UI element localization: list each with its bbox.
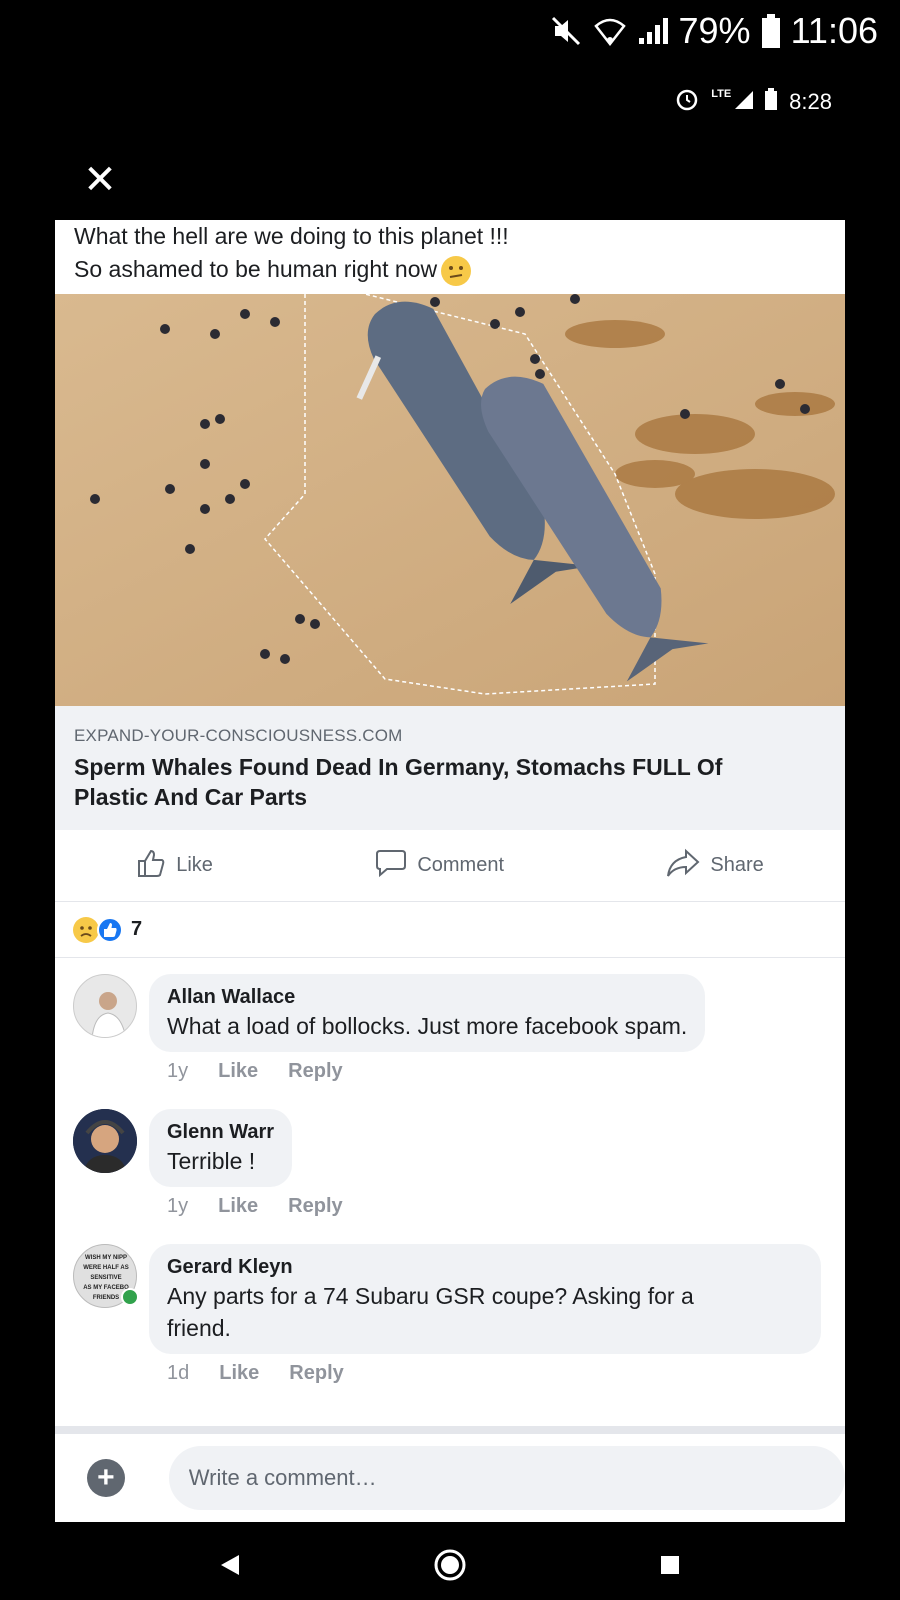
- comment-reply-button[interactable]: Reply: [289, 1362, 343, 1385]
- recents-square-icon: [661, 1556, 679, 1574]
- post-photo[interactable]: [55, 294, 845, 706]
- comment-time: 1d: [167, 1362, 190, 1384]
- link-title: Sperm Whales Found Dead In Germany, Stom…: [74, 752, 826, 812]
- comment-text: Any parts for a 74 Subaru GSR coupe? Ask…: [167, 1280, 803, 1344]
- svg-text:SENSITIVE: SENSITIVE: [90, 1275, 121, 1281]
- home-circle-icon: [434, 1549, 466, 1581]
- comment-button[interactable]: Comment: [375, 848, 504, 884]
- post-actions: Like Comment Share: [55, 830, 845, 902]
- like-label: Like: [176, 854, 213, 876]
- comment-author[interactable]: Glenn Warr: [167, 1119, 274, 1145]
- battery-icon: [761, 14, 781, 48]
- comment-text: Terrible !: [167, 1148, 256, 1174]
- comment-author[interactable]: Allan Wallace: [167, 984, 687, 1010]
- clock: 8:28: [789, 89, 832, 114]
- comment-text: What a load of bollocks. Just more faceb…: [167, 1013, 688, 1039]
- comment-input[interactable]: [168, 1446, 845, 1510]
- plus-icon: +: [97, 1461, 115, 1494]
- navigation-bar: [0, 1530, 900, 1600]
- comment-time: 1y: [167, 1195, 189, 1217]
- comment-meta: 1d Like Reply: [149, 1362, 821, 1385]
- share-icon: [666, 848, 700, 884]
- close-button[interactable]: ✕: [80, 160, 120, 200]
- comment-text-line-1: Any parts for a 74 Subaru GSR coupe? Ask…: [167, 1283, 694, 1309]
- comment-like-button[interactable]: Like: [218, 1060, 258, 1083]
- confused-emoji-icon: [441, 255, 472, 286]
- inner-status-bar: LTE 8:28: [0, 82, 900, 122]
- comment-reply-button[interactable]: Reply: [288, 1195, 342, 1218]
- link-title-line-2: Plastic And Car Parts: [74, 784, 308, 810]
- reaction-summary[interactable]: 7: [55, 902, 845, 958]
- battery-percent: 79%: [678, 10, 751, 51]
- online-status-dot: [121, 1288, 139, 1306]
- comment-item: WISH MY NIPP WERE HALF AS SENSITIVE AS MY F…: [55, 1244, 845, 1385]
- comment-like-button[interactable]: Like: [219, 1362, 259, 1385]
- comment-text-line-2: friend.: [167, 1315, 231, 1341]
- comment-composer: +: [55, 1426, 845, 1522]
- comment-bubble: Gerard Kleyn Any parts for a 74 Subaru G…: [149, 1244, 821, 1354]
- avatar[interactable]: [73, 974, 137, 1038]
- thumbs-up-icon: [136, 848, 166, 884]
- comment-meta: 1y Like Reply: [149, 1195, 343, 1218]
- home-button[interactable]: [420, 1535, 480, 1595]
- signal-icon: [733, 89, 754, 115]
- signal-icon: [637, 16, 669, 46]
- comment-item: Glenn Warr Terrible ! 1y Like Reply: [55, 1109, 845, 1218]
- avatar[interactable]: [73, 1109, 137, 1173]
- whales-on-beach-image: [55, 294, 845, 706]
- comment-bubble: Glenn Warr Terrible !: [149, 1109, 293, 1187]
- back-button[interactable]: [200, 1535, 260, 1595]
- clock: 11:06: [790, 10, 878, 51]
- share-button[interactable]: Share: [666, 848, 764, 884]
- comment-label: Comment: [417, 854, 505, 876]
- reaction-count: 7: [131, 918, 143, 940]
- sad-reaction-icon: [73, 916, 99, 943]
- status-bar: 79% 11:06: [0, 0, 900, 62]
- close-icon: ✕: [83, 158, 117, 202]
- like-reaction-icon: [97, 916, 123, 943]
- comment-reply-button[interactable]: Reply: [288, 1060, 342, 1083]
- recents-button[interactable]: [640, 1535, 700, 1595]
- mute-icon: [549, 14, 583, 48]
- post-text-line-2: So ashamed to be human right now: [74, 256, 438, 282]
- battery-icon: [765, 88, 778, 116]
- alarm-icon: [675, 87, 699, 117]
- comment-like-button[interactable]: Like: [218, 1195, 258, 1218]
- comment-icon: [375, 848, 407, 884]
- svg-text:WISH MY NIPP: WISH MY NIPP: [85, 1255, 127, 1261]
- svg-text:FRIENDS: FRIENDS: [93, 1295, 119, 1301]
- post-text: What the hell are we doing to this plane…: [55, 220, 845, 294]
- like-button[interactable]: Like: [136, 848, 213, 884]
- link-domain: EXPAND-YOUR-CONSCIOUSNESS.COM: [74, 726, 403, 745]
- comment-item: Allan Wallace What a load of bollocks. J…: [55, 974, 845, 1083]
- comment-meta: 1y Like Reply: [149, 1060, 705, 1083]
- comment-time: 1y: [167, 1060, 189, 1082]
- comment-author[interactable]: Gerard Kleyn: [167, 1254, 803, 1280]
- link-preview[interactable]: EXPAND-YOUR-CONSCIOUSNESS.COM Sperm Whal…: [55, 706, 845, 830]
- post-text-line-1: What the hell are we doing to this plane…: [74, 223, 509, 249]
- back-triangle-icon: [221, 1555, 239, 1575]
- link-title-line-1: Sperm Whales Found Dead In Germany, Stom…: [74, 754, 723, 780]
- post-card: What the hell are we doing to this plane…: [55, 220, 845, 1522]
- add-attachment-button[interactable]: +: [87, 1459, 125, 1497]
- share-label: Share: [710, 854, 764, 876]
- network-type: LTE: [711, 88, 732, 100]
- svg-text:WERE HALF AS: WERE HALF AS: [83, 1265, 128, 1271]
- comment-bubble: Allan Wallace What a load of bollocks. J…: [149, 974, 706, 1052]
- wifi-icon: [593, 16, 627, 46]
